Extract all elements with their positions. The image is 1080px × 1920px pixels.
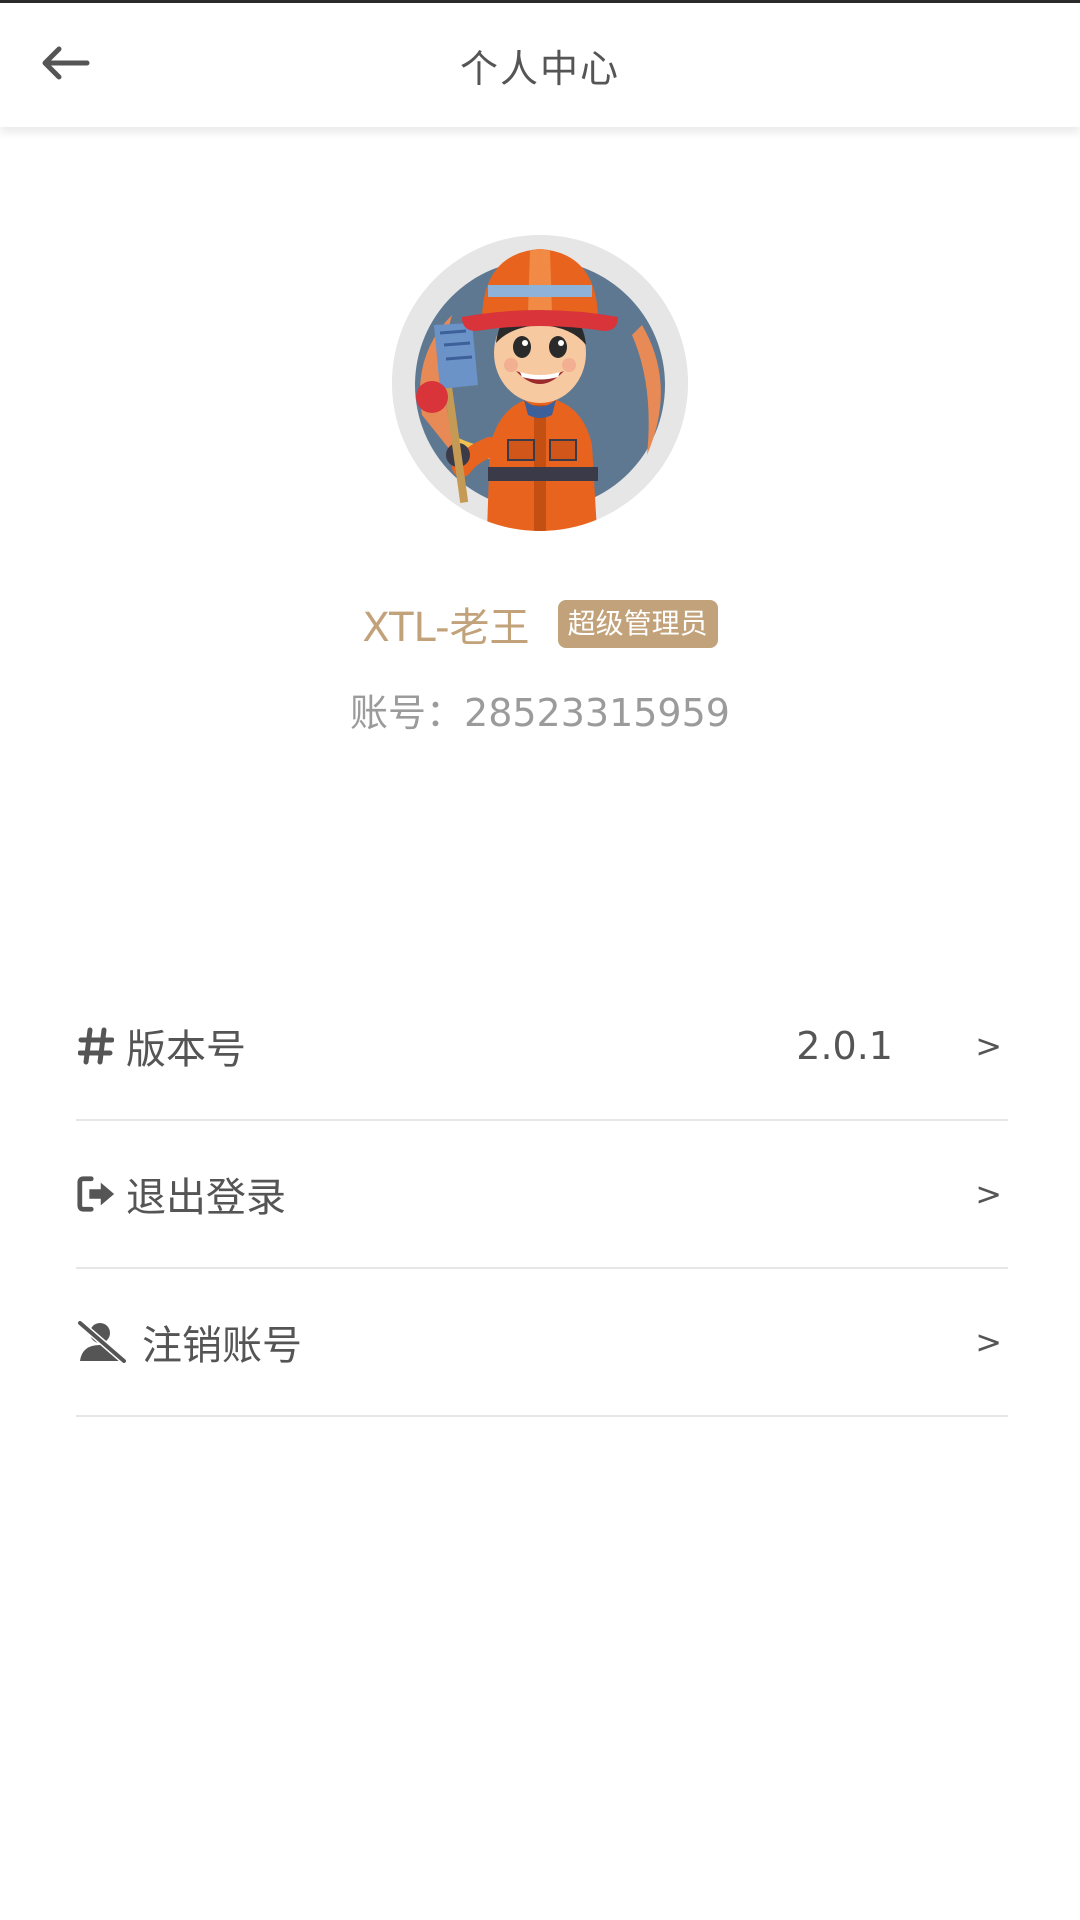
logout-icon <box>76 1174 116 1214</box>
avatar <box>392 235 688 531</box>
user-name: XTL-老王 <box>362 605 530 651</box>
user-slash-icon <box>76 1321 128 1363</box>
page-title: 个人中心 <box>459 47 620 91</box>
role-badge: 超级管理员 <box>557 600 718 648</box>
menu-item-logout[interactable]: 退出登录 > <box>76 1121 1008 1269</box>
menu-label: 注销账号 <box>142 1323 302 1369</box>
hash-icon <box>76 1026 116 1066</box>
chevron-right-icon: > <box>975 1323 1002 1361</box>
settings-menu: 版本号 2.0.1 > 退出登录 > 注销账号 > <box>76 973 1008 1417</box>
profile-name-row: XTL-老王 超级管理员 <box>0 596 1080 652</box>
menu-label: 退出登录 <box>126 1175 286 1221</box>
version-value: 2.0.1 <box>796 1024 893 1068</box>
menu-label: 版本号 <box>126 1027 246 1073</box>
menu-item-delete-account[interactable]: 注销账号 > <box>76 1269 1008 1417</box>
chevron-right-icon: > <box>975 1175 1002 1213</box>
chevron-right-icon: > <box>975 1027 1002 1065</box>
menu-item-version[interactable]: 版本号 2.0.1 > <box>76 973 1008 1121</box>
account-number: 账号：28523315959 <box>350 691 730 735</box>
top-app-bar: 个人中心 <box>0 3 1080 127</box>
